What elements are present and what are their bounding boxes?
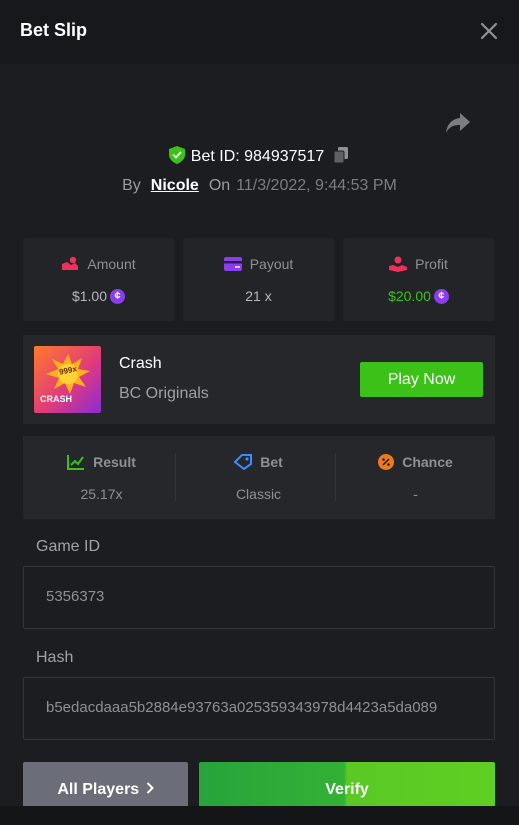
divider bbox=[175, 454, 176, 501]
chance-column: Chance - bbox=[337, 436, 494, 519]
all-players-button[interactable]: All Players bbox=[23, 762, 188, 810]
hash-field[interactable]: b5edacdaaa5b2884e93763a025359343978d4423… bbox=[23, 677, 495, 740]
profit-value: $20.00 bbox=[388, 288, 431, 304]
bet-label: Bet bbox=[260, 454, 283, 470]
game-name: Crash bbox=[119, 355, 162, 372]
bet-datetime: 11/3/2022, 9:44:53 PM bbox=[236, 177, 397, 194]
payout-label-row: Payout bbox=[183, 254, 334, 274]
game-id-field[interactable]: 5356373 bbox=[23, 566, 495, 629]
profit-label: Profit bbox=[415, 256, 448, 272]
amount-icon bbox=[62, 256, 79, 270]
result-value: 25.17x bbox=[80, 486, 123, 502]
user-link[interactable]: Nicole bbox=[151, 177, 199, 194]
bet-id-row: Bet ID: 984937517 bbox=[0, 145, 519, 169]
bet-label-row: Bet bbox=[180, 452, 337, 472]
coin-icon: ¢ bbox=[110, 288, 126, 304]
percent-icon bbox=[378, 453, 395, 470]
result-card: Result 25.17x Bet Classic Chance - bbox=[23, 436, 495, 519]
thumb-label: CRASH bbox=[40, 394, 73, 404]
chance-value: - bbox=[413, 486, 418, 502]
result-column: Result 25.17x bbox=[23, 436, 180, 519]
game-provider: BC Originals bbox=[119, 385, 209, 402]
copy-icon[interactable] bbox=[332, 146, 350, 164]
profit-card: Profit $20.00 ¢ bbox=[343, 238, 494, 321]
verify-button[interactable]: Verify bbox=[199, 762, 495, 810]
chance-label-row: Chance bbox=[337, 452, 494, 472]
header: Bet Slip bbox=[0, 0, 519, 64]
game-id-value: 5356373 bbox=[46, 588, 105, 605]
share-icon bbox=[446, 113, 470, 133]
bottom-bar bbox=[0, 806, 519, 825]
coin-icon: ¢ bbox=[433, 288, 449, 304]
bet-tag-icon bbox=[233, 453, 253, 471]
close-icon bbox=[480, 22, 498, 40]
profit-hand-icon bbox=[389, 256, 408, 272]
amount-label: Amount bbox=[87, 256, 136, 272]
profit-label-row: Profit bbox=[343, 254, 494, 274]
payout-value: 21 x bbox=[245, 288, 272, 304]
shield-check-icon bbox=[168, 146, 185, 165]
bet-value: Classic bbox=[235, 486, 282, 502]
bet-meta-row: By Nicole On 11/3/2022, 9:44:53 PM bbox=[0, 175, 519, 197]
game-thumbnail[interactable]: 999x CRASH bbox=[34, 346, 101, 413]
on-label: On bbox=[208, 177, 231, 194]
game-card: 999x CRASH Crash BC Originals Play Now bbox=[23, 335, 495, 424]
hash-value: b5edacdaaa5b2884e93763a025359343978d4423… bbox=[46, 699, 438, 716]
bet-id: Bet ID: 984937517 bbox=[190, 148, 325, 165]
game-id-label: Game ID bbox=[36, 538, 101, 555]
by-label: By bbox=[122, 177, 141, 194]
hash-label: Hash bbox=[36, 649, 74, 666]
close-button[interactable] bbox=[478, 20, 500, 42]
payout-card: Payout 21 x bbox=[183, 238, 334, 321]
result-chart-icon bbox=[67, 454, 85, 470]
amount-value-row: $1.00 ¢ bbox=[23, 286, 174, 306]
chance-label: Chance bbox=[402, 454, 453, 470]
result-label: Result bbox=[93, 454, 136, 470]
payout-label: Payout bbox=[249, 256, 294, 272]
payout-card-icon bbox=[223, 256, 242, 271]
play-now-button[interactable]: Play Now bbox=[360, 362, 483, 397]
bet-column: Bet Classic bbox=[180, 436, 337, 519]
amount-label-row: Amount bbox=[23, 254, 174, 274]
amount-value: $1.00 bbox=[71, 288, 108, 304]
chevron-right-icon bbox=[146, 782, 154, 794]
all-players-label: All Players bbox=[57, 781, 140, 798]
profit-value-row: $20.00 ¢ bbox=[343, 286, 494, 306]
result-label-row: Result bbox=[23, 452, 180, 472]
divider bbox=[335, 454, 336, 501]
amount-card: Amount $1.00 ¢ bbox=[23, 238, 174, 321]
page-title: Bet Slip bbox=[20, 20, 88, 40]
share-button[interactable] bbox=[444, 110, 472, 136]
